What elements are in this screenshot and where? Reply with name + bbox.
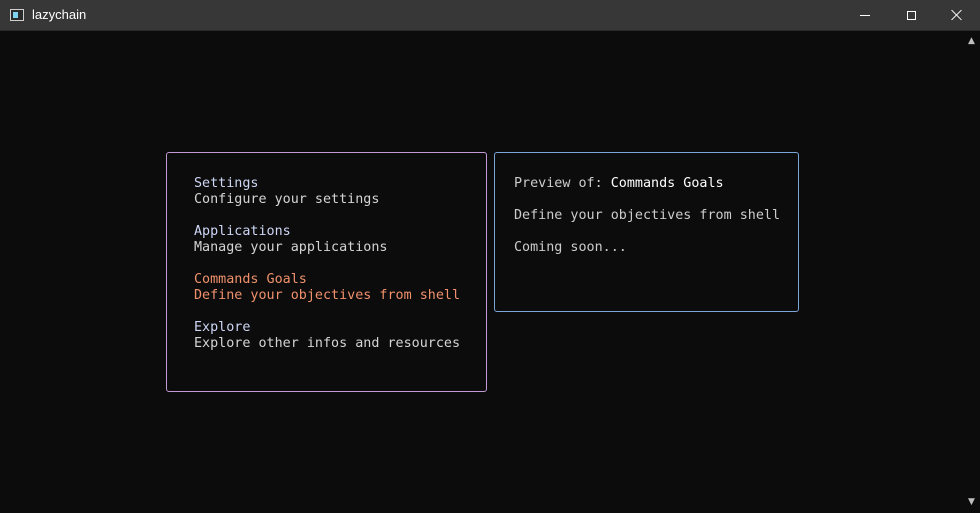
menu-item-title: Explore — [194, 320, 251, 335]
menu-item-description: Explore other infos and resources — [194, 336, 461, 351]
menu-item-title: Settings — [194, 176, 259, 191]
preview-status: Coming soon... — [514, 240, 627, 255]
window-title: lazychain — [32, 7, 87, 22]
minimize-icon — [860, 14, 870, 16]
menu-item-description: Configure your settings — [194, 192, 380, 207]
menu-item-title: Commands Goals — [194, 272, 307, 287]
maximize-button[interactable] — [888, 0, 934, 30]
preview-heading: Preview of: Commands Goals — [514, 176, 724, 192]
terminal-area[interactable]: Settings Configure your settings Applica… — [0, 31, 963, 513]
menu-panel: Settings Configure your settings Applica… — [166, 152, 487, 392]
preview-description: Define your objectives from shell — [514, 208, 781, 223]
scrollbar[interactable]: ▲ ▼ — [963, 31, 980, 513]
scroll-down-icon[interactable]: ▼ — [963, 494, 980, 510]
preview-panel: Preview of: Commands Goals Define your o… — [494, 152, 799, 312]
preview-selected-name: Commands Goals — [610, 176, 724, 191]
minimize-button[interactable] — [842, 0, 888, 30]
menu-item-description: Define your objectives from shell — [194, 288, 461, 303]
terminal-window: lazychain Settings Configure your settin… — [0, 0, 980, 513]
preview-label: Preview of: — [514, 176, 611, 191]
close-icon — [951, 9, 963, 21]
title-bar[interactable]: lazychain — [0, 0, 980, 31]
terminal-icon — [10, 9, 24, 21]
menu-item-title: Applications — [194, 224, 291, 239]
scroll-up-icon[interactable]: ▲ — [963, 33, 980, 49]
menu-item-description: Manage your applications — [194, 240, 388, 255]
close-button[interactable] — [934, 0, 980, 30]
maximize-icon — [906, 10, 916, 20]
